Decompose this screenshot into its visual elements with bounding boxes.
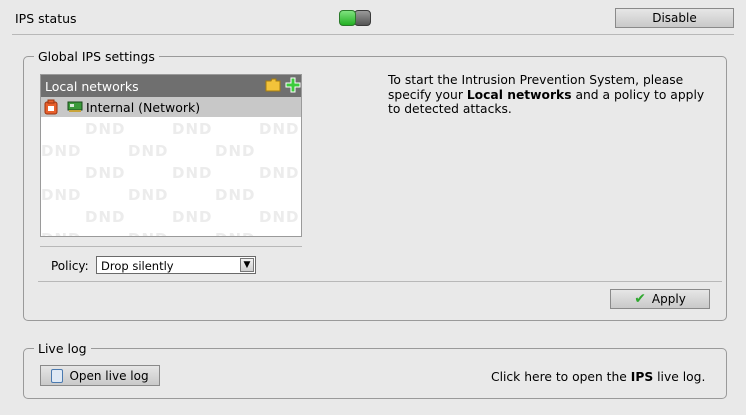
dnd-watermark-text: DND [215, 230, 255, 236]
live-log-legend: Live log [34, 341, 91, 356]
folder-icon[interactable] [265, 78, 281, 92]
open-live-log-button[interactable]: Open live log [40, 365, 160, 386]
policy-value: Drop silently [101, 259, 174, 273]
dnd-watermark-text: DND [128, 142, 169, 160]
global-ips-settings-legend: Global IPS settings [34, 49, 159, 64]
apply-label: Apply [651, 292, 686, 306]
live-log-hint: Click here to open the IPS live log. [491, 370, 706, 384]
chevron-down-icon[interactable]: ▼ [240, 258, 254, 272]
checkmark-icon: ✔ [634, 291, 646, 307]
dnd-watermark-text: DND [215, 186, 256, 204]
dnd-watermark-text: DND [215, 142, 256, 160]
dnd-watermark-text: DND [172, 164, 213, 182]
global-ips-settings-title: Global IPS settings [38, 49, 155, 64]
dnd-watermark-text: DND [41, 186, 82, 204]
status-separator [12, 34, 734, 35]
dnd-watermark-text: DND [128, 230, 168, 236]
network-card-icon [67, 101, 83, 112]
policy-select[interactable]: Drop silently ▼ [96, 256, 256, 274]
delete-icon[interactable] [44, 99, 58, 115]
dnd-watermark-text: DND [128, 186, 169, 204]
open-live-log-label: Open live log [69, 368, 149, 383]
dnd-watermark-text: DND [85, 208, 126, 226]
dnd-watermark-text: DND [172, 120, 213, 138]
dnd-watermark-text: DND [172, 208, 213, 226]
ips-status-toggle[interactable] [339, 10, 372, 27]
dnd-watermark-text: DND [259, 120, 300, 138]
dnd-watermark-text: DND [85, 164, 126, 182]
panel-separator [40, 246, 302, 247]
live-log-title: Live log [38, 341, 87, 356]
dnd-watermark-text: DND [41, 230, 81, 236]
toggle-off-segment [354, 10, 371, 26]
local-networks-panel[interactable]: Local networks Internal (Network) DND DND… [40, 74, 302, 237]
policy-label: Policy: [51, 259, 89, 273]
ips-instructions-text: To start the Intrusion Prevention System… [388, 73, 705, 116]
add-icon[interactable] [285, 77, 301, 93]
toggle-on-segment [339, 10, 356, 26]
disable-button[interactable]: Disable [615, 8, 734, 28]
local-networks-header: Local networks [41, 75, 301, 97]
dnd-watermark-text: DND [85, 120, 126, 138]
apply-button[interactable]: ✔ Apply [610, 289, 710, 309]
network-list-item[interactable]: Internal (Network) [41, 97, 301, 117]
log-icon [51, 368, 64, 383]
ips-status-label: IPS status [15, 11, 77, 26]
dnd-watermark-text: DND [259, 164, 300, 182]
apply-separator [38, 281, 722, 282]
dnd-watermark-text: DND [41, 142, 82, 160]
network-item-label: Internal (Network) [86, 100, 201, 115]
dnd-watermark-text: DND [259, 208, 300, 226]
local-networks-title: Local networks [45, 79, 139, 94]
